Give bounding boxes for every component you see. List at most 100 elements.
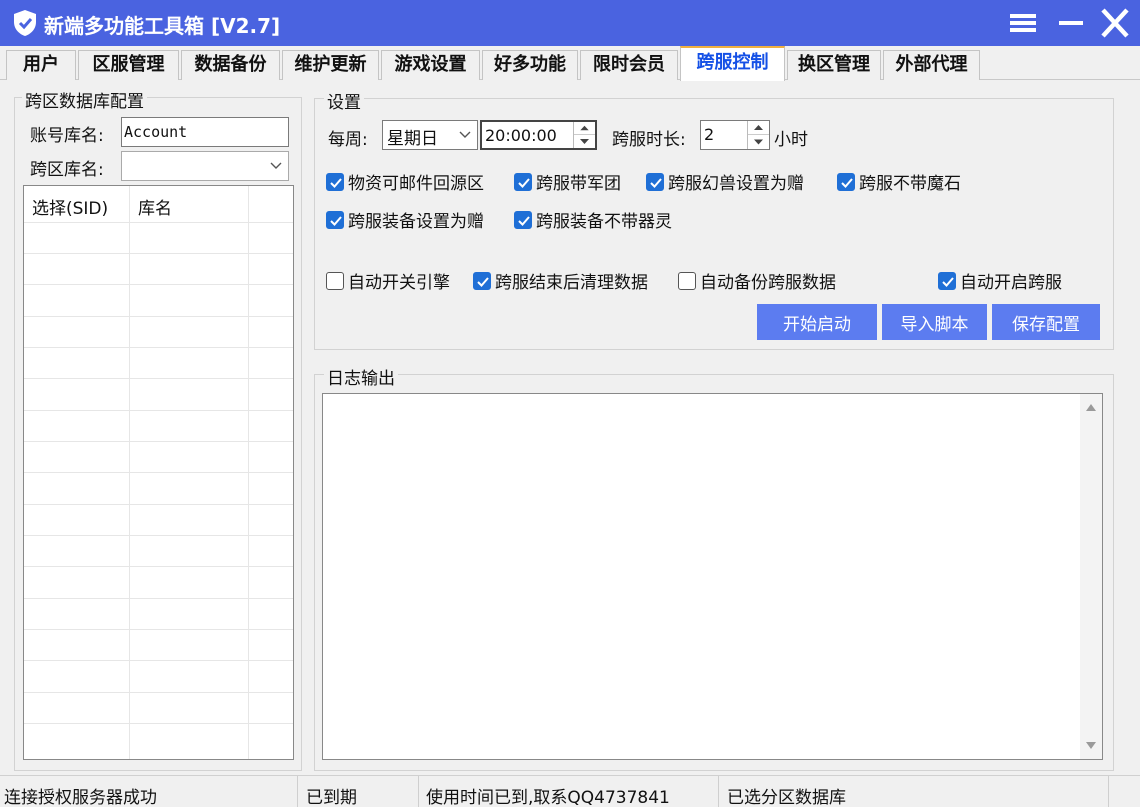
chevron-down-icon (459, 131, 471, 138)
tab-more-features[interactable]: 好多功能 (482, 50, 578, 80)
checkbox-checked-icon[interactable] (646, 172, 664, 191)
import-script-button[interactable]: 导入脚本 (882, 304, 987, 340)
tab-game-settings[interactable]: 游戏设置 (381, 50, 480, 80)
log-output-legend: 日志输出 (324, 364, 398, 389)
settings-legend: 设置 (324, 88, 364, 113)
checkbox-with-legion[interactable]: 跨服带军团 (514, 169, 621, 194)
grid-row-line (24, 222, 293, 223)
checkbox-checked-icon[interactable] (473, 271, 491, 290)
checkbox-checked-icon[interactable] (837, 172, 855, 191)
grid-row-line (24, 566, 293, 567)
checkbox-unchecked-icon[interactable] (678, 271, 696, 290)
checkbox-label: 物资可邮件回源区 (348, 174, 484, 194)
spin-down-icon[interactable] (748, 135, 769, 149)
grid-row-line (24, 692, 293, 693)
duration-unit-label: 小时 (774, 130, 808, 150)
spin-down-icon[interactable] (574, 135, 595, 148)
grid-header-sid[interactable]: 选择(SID) (32, 194, 108, 219)
status-connection: 连接授权服务器成功 (4, 788, 157, 807)
checkbox-label: 跨服带军团 (536, 174, 621, 194)
tab-maintenance-update[interactable]: 维护更新 (282, 50, 379, 80)
status-db-selected: 已选分区数据库 (727, 788, 846, 807)
tab-cross-server-control[interactable]: 跨服控制 (680, 46, 785, 81)
tab-zone-switch[interactable]: 换区管理 (787, 50, 881, 80)
tab-bar: 用户 区服管理 数据备份 维护更新 游戏设置 好多功能 限时会员 跨服控制 换区… (0, 46, 1140, 81)
tab-data-backup[interactable]: 数据备份 (181, 50, 280, 80)
spin-up-icon[interactable] (748, 121, 769, 135)
checkbox-checked-icon[interactable] (514, 172, 532, 191)
checkbox-auto-engine-toggle[interactable]: 自动开关引擎 (326, 268, 450, 293)
duration-spinner[interactable] (747, 121, 769, 149)
checkbox-unchecked-icon[interactable] (326, 271, 344, 290)
start-button[interactable]: 开始启动 (757, 304, 877, 340)
duration-label: 跨服时长: (612, 130, 686, 150)
grid-row-line (24, 441, 293, 442)
checkbox-label: 跨服幻兽设置为赠 (668, 174, 804, 194)
cross-db-select[interactable] (121, 151, 289, 181)
grid-row-line (24, 410, 293, 411)
checkbox-auto-backup-cross[interactable]: 自动备份跨服数据 (678, 268, 836, 293)
tab-external-proxy[interactable]: 外部代理 (883, 50, 980, 80)
checkbox-auto-start-cross[interactable]: 自动开启跨服 (938, 268, 1062, 293)
time-picker-value: 20:00:00 (485, 126, 557, 145)
checkbox-clean-after-cross[interactable]: 跨服结束后清理数据 (473, 268, 648, 293)
account-db-input[interactable]: Account (121, 117, 289, 147)
time-picker[interactable]: 20:00:00 (480, 120, 597, 150)
save-config-button[interactable]: 保存配置 (992, 304, 1100, 340)
tab-limited-member[interactable]: 限时会员 (580, 50, 678, 80)
checkbox-checked-icon[interactable] (326, 172, 344, 191)
chevron-down-icon (270, 162, 282, 169)
status-separator (418, 776, 419, 807)
checkbox-checked-icon[interactable] (514, 210, 532, 229)
status-separator (1108, 776, 1109, 807)
cross-db-config-legend: 跨区数据库配置 (22, 87, 147, 112)
scroll-down-icon[interactable] (1085, 741, 1097, 751)
weekly-label: 每周: (328, 130, 368, 150)
grid-row-line (24, 535, 293, 536)
close-icon[interactable] (1098, 7, 1132, 39)
grid-row-line (24, 629, 293, 630)
scroll-up-icon[interactable] (1085, 402, 1097, 412)
title-bar: 新端多功能工具箱 [V2.7] (0, 0, 1140, 46)
duration-input-value: 2 (704, 125, 715, 144)
tab-users[interactable]: 用户 (6, 50, 76, 80)
duration-input[interactable]: 2 (700, 120, 770, 150)
spin-up-icon[interactable] (574, 122, 595, 135)
grid-row-line (24, 316, 293, 317)
window-title: 新端多功能工具箱 [V2.7] (44, 14, 281, 38)
checkbox-label: 自动开关引擎 (348, 273, 450, 293)
grid-header-db-name[interactable]: 库名 (138, 194, 172, 219)
status-usage: 使用时间已到,取系QQ4737841 (426, 788, 670, 807)
weekday-select-value: 星期日 (387, 129, 438, 149)
checkbox-beast-as-gift[interactable]: 跨服幻兽设置为赠 (646, 169, 804, 194)
checkbox-label: 跨服结束后清理数据 (495, 273, 648, 293)
shield-logo-icon (14, 10, 36, 36)
checkbox-mail-back-to-source[interactable]: 物资可邮件回源区 (326, 169, 484, 194)
db-list-grid[interactable]: 选择(SID) 库名 (23, 185, 294, 760)
minimize-icon[interactable] (1054, 7, 1088, 39)
grid-row-line (24, 378, 293, 379)
status-expiry: 已到期 (306, 788, 357, 807)
checkbox-checked-icon[interactable] (938, 271, 956, 290)
grid-row-line (24, 347, 293, 348)
log-scrollbar[interactable] (1080, 394, 1102, 759)
grid-row-line (24, 504, 293, 505)
status-bar: 连接授权服务器成功 已到期 使用时间已到,取系QQ4737841 已选分区数据库 (0, 775, 1140, 807)
checkbox-label: 跨服装备不带器灵 (536, 212, 672, 232)
cross-db-label: 跨区库名: (30, 160, 104, 180)
grid-row-line (24, 598, 293, 599)
checkbox-equipment-as-gift[interactable]: 跨服装备设置为赠 (326, 207, 484, 232)
time-spinner[interactable] (573, 122, 595, 148)
checkbox-checked-icon[interactable] (326, 210, 344, 229)
checkbox-no-weapon-spirit[interactable]: 跨服装备不带器灵 (514, 207, 672, 232)
checkbox-no-magic-stone[interactable]: 跨服不带魔石 (837, 169, 961, 194)
weekday-select[interactable]: 星期日 (382, 120, 478, 150)
log-output-textarea[interactable] (322, 393, 1103, 760)
status-separator (297, 776, 298, 807)
grid-row-line (24, 284, 293, 285)
checkbox-label: 自动备份跨服数据 (700, 273, 836, 293)
grid-row-line (24, 472, 293, 473)
tab-server-management[interactable]: 区服管理 (78, 50, 179, 80)
grid-row-line (24, 253, 293, 254)
menu-icon[interactable] (1006, 7, 1040, 39)
